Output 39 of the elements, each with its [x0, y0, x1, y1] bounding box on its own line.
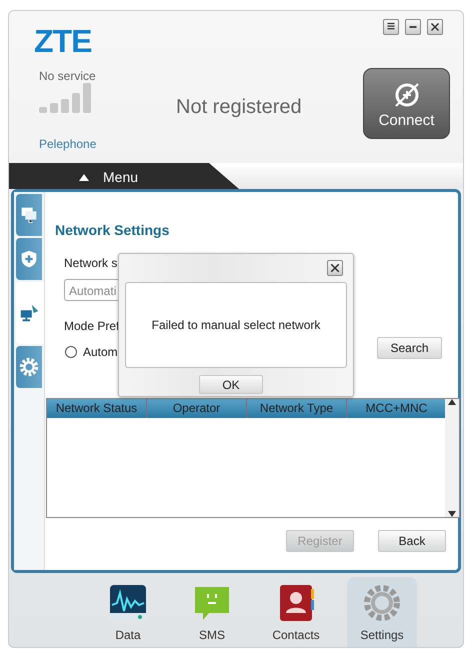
field-label: Network s: [64, 256, 118, 270]
section-title: Network Settings: [55, 221, 170, 240]
settings-icon: [363, 583, 401, 623]
dialog-message: Failed to manual select network: [125, 282, 347, 368]
side-tab[interactable]: [16, 346, 42, 388]
menu-button[interactable]: [383, 19, 399, 35]
column-header: Network Status: [47, 399, 147, 418]
side-tab[interactable]: [16, 238, 42, 280]
close-button[interactable]: [327, 260, 343, 276]
nav-tab[interactable]: Data: [95, 577, 161, 647]
radio-button[interactable]: [65, 346, 77, 358]
menu-toggle[interactable]: Menu: [103, 167, 138, 188]
column-header: Operator: [147, 399, 247, 418]
nav-tab[interactable]: Contacts: [263, 577, 329, 647]
side-tab[interactable]: [16, 282, 44, 344]
minimize-button[interactable]: [405, 19, 421, 35]
action-button[interactable]: Back: [378, 530, 446, 552]
side-tab[interactable]: [16, 194, 42, 236]
logo: ZTE: [34, 22, 92, 61]
down-arrow-icon[interactable]: [448, 511, 456, 517]
ok-button[interactable]: OK: [199, 375, 263, 394]
nav-tab[interactable]: SMS: [179, 577, 245, 647]
connect-button[interactable]: Connect: [363, 68, 450, 139]
registration-status: Not registered: [176, 95, 302, 120]
search-button[interactable]: Search: [377, 337, 442, 359]
up-arrow-icon: [79, 174, 89, 181]
activity-icon: [109, 583, 147, 623]
column-header: Network Type: [247, 399, 347, 418]
up-arrow-icon[interactable]: [448, 399, 456, 405]
service-status: No service: [39, 68, 96, 85]
close-button[interactable]: [427, 19, 443, 35]
address-book-icon: [277, 583, 315, 623]
field-label: Mode Pref: [64, 319, 120, 333]
close-icon: [329, 262, 341, 274]
nav-tab[interactable]: Settings: [347, 577, 417, 647]
operator-name: Pelephone: [39, 136, 96, 153]
network-icon: [19, 302, 41, 324]
settings-icon: [18, 356, 40, 378]
radio-label: Autom: [83, 344, 118, 361]
